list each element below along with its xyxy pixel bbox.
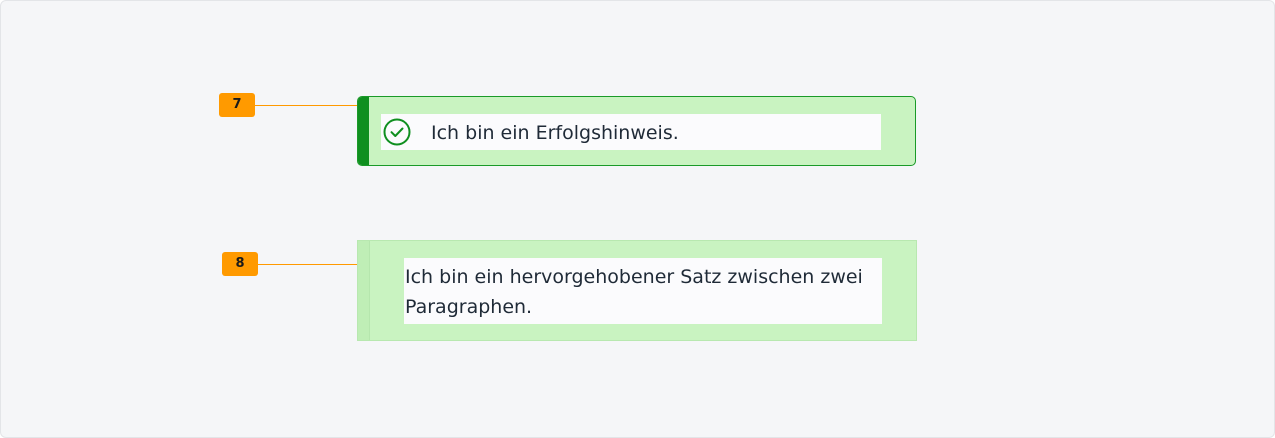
canvas: [0, 0, 1275, 438]
annotation-marker-7: 7: [219, 93, 255, 117]
annotation-marker-8: 8: [222, 252, 258, 276]
highlight-accent-bar: [358, 241, 370, 340]
success-accent-bar: [358, 97, 369, 165]
check-circle-icon: [383, 118, 411, 146]
success-message: Ich bin ein Erfolgshinweis.: [431, 122, 679, 144]
highlight-message: Ich bin ein hervorgehobener Satz zwische…: [405, 266, 863, 318]
